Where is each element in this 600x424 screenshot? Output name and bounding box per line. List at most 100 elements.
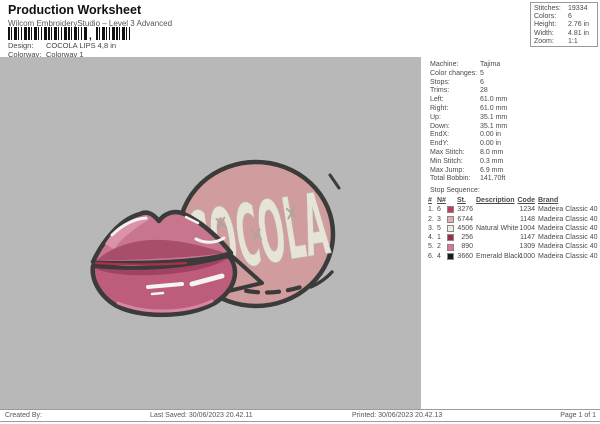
design-info-panel: Machine: Tajima Color changes: 5 Stops: … xyxy=(421,57,600,409)
stop-sequence-row: 4. 1 256 1147 Madeira Classic 40 xyxy=(421,233,600,242)
thread-brand: Madeira Classic 40 xyxy=(538,234,598,242)
worksheet-header: Production Worksheet Wilcom EmbroiderySt… xyxy=(0,0,600,59)
design-canvas[interactable]: COCOLA xyxy=(0,57,421,409)
machine-info-row: Trims: 28 xyxy=(430,87,595,96)
machine-info-value: 0.00 in xyxy=(480,131,502,139)
machine-info-label: Left: xyxy=(430,96,444,104)
stop-num: 5. xyxy=(428,243,434,251)
stitch-count: 6744 xyxy=(457,215,473,223)
thread-code: 1234 xyxy=(519,206,535,214)
machine-info-row: Machine: Tajima xyxy=(430,61,595,70)
stop-sequence-row: 2. 3 6744 1148 Madeira Classic 40 xyxy=(421,215,600,224)
machine-info-value: 0.3 mm xyxy=(480,157,504,165)
summary-row: Zoom: 1:1 xyxy=(534,38,594,46)
col-header-n: N# xyxy=(437,197,446,204)
machine-info-label: Machine: xyxy=(430,61,459,68)
machine-info-value: 5 xyxy=(480,69,484,77)
machine-info-label: Color changes: xyxy=(430,69,478,77)
machine-info-row: Max Stitch: 8.0 mm xyxy=(430,149,595,158)
design-label: Design: xyxy=(8,41,34,50)
design-value: COCOLA LIPS 4,8 in xyxy=(46,41,117,50)
thread-code: 1000 xyxy=(519,252,535,260)
thread-code: 1147 xyxy=(519,234,535,242)
machine-info-label: Max Stitch: xyxy=(430,148,465,156)
barcode-separator: , xyxy=(89,31,92,42)
stop-num: 2. xyxy=(428,215,434,223)
summary-value: 6 xyxy=(568,13,572,21)
design-barcode-icon: , xyxy=(8,27,132,42)
page-number: Page 1 of 1 xyxy=(560,412,596,419)
thread-brand: Madeira Classic 40 xyxy=(538,252,598,260)
thread-code: 1004 xyxy=(519,224,535,232)
summary-row: Height: 2.76 in xyxy=(534,21,594,29)
machine-info-row: Total Bobbin: 141.70ft xyxy=(430,175,595,184)
col-header-st: St. xyxy=(457,197,466,204)
summary-label: Zoom: xyxy=(534,37,554,45)
needle-num: 3 xyxy=(437,215,441,223)
machine-info-label: Right: xyxy=(430,104,449,112)
created-by-label: Created By: xyxy=(5,412,42,419)
machine-info-label: Up: xyxy=(430,113,441,121)
needle-num: 6 xyxy=(437,206,441,214)
stitch-count: 256 xyxy=(461,234,473,242)
thread-brand: Madeira Classic 40 xyxy=(538,215,598,223)
thread-code: 1309 xyxy=(519,243,535,251)
needle-num: 5 xyxy=(437,224,441,232)
machine-info-label: Down: xyxy=(430,122,450,130)
machine-info-label: Stops: xyxy=(430,78,450,86)
machine-info-row: Left: 61.0 mm xyxy=(430,96,595,105)
stop-sequence-rows: 1. 6 3276 1234 Madeira Classic 40 2. 3 6… xyxy=(421,205,600,261)
worksheet-footer: Created By: Last Saved: 30/06/2023 20.42… xyxy=(0,409,600,422)
machine-info-label: Max Jump: xyxy=(430,166,465,174)
stop-sequence-title: Stop Sequence: xyxy=(430,187,480,194)
barcode-segment xyxy=(95,27,132,40)
last-saved-label: Last Saved: 30/06/2023 20.42.11 xyxy=(150,412,253,419)
machine-info-row: Right: 61.0 mm xyxy=(430,105,595,114)
machine-info-value: 0.00 in xyxy=(480,140,502,148)
col-header-code: Code xyxy=(517,197,536,204)
machine-info-value: 141.70ft xyxy=(480,175,506,183)
machine-info-row: Min Stitch: 0.3 mm xyxy=(430,158,595,167)
machine-info-row: Color changes: 5 xyxy=(430,70,595,79)
machine-info-label: EndX: xyxy=(430,131,450,139)
machine-info-value: 6 xyxy=(480,78,484,86)
machine-info-row: Up: 35.1 mm xyxy=(430,114,595,123)
barcode-segment xyxy=(8,27,88,40)
stop-num: 1. xyxy=(428,206,434,214)
machine-info-label: Trims: xyxy=(430,87,450,95)
stop-num: 3. xyxy=(428,224,434,232)
machine-info-row: EndY: 0.00 in xyxy=(430,140,595,149)
stop-sequence-table: # N# St. Description Code Brand 1. 6 327… xyxy=(421,196,600,261)
summary-label: Colors: xyxy=(534,13,557,21)
summary-value: 19334 xyxy=(568,5,588,12)
thread-code: 1148 xyxy=(519,215,535,223)
machine-info-row: EndX: 0.00 in xyxy=(430,131,595,140)
summary-label: Height: xyxy=(534,21,557,29)
machine-info-label: EndY: xyxy=(430,140,449,148)
summary-label: Stitches: xyxy=(534,5,561,12)
summary-value: 4.81 in xyxy=(568,29,590,37)
needle-num: 4 xyxy=(437,252,441,260)
summary-row: Stitches: 19334 xyxy=(534,5,594,13)
col-header-brand: Brand xyxy=(538,197,559,204)
stitch-count: 890 xyxy=(461,243,473,251)
thread-brand: Madeira Classic 40 xyxy=(538,224,598,232)
machine-info-value: 8.0 mm xyxy=(480,148,504,156)
machine-info-value: 35.1 mm xyxy=(480,113,508,121)
machine-info-label: Min Stitch: xyxy=(430,157,463,165)
stitch-count: 3276 xyxy=(457,206,473,214)
summary-row: Colors: 6 xyxy=(534,13,594,21)
stitch-count: 4506 xyxy=(457,224,473,232)
machine-info-label: Total Bobbin: xyxy=(430,175,471,183)
stop-num: 4. xyxy=(428,234,434,242)
stop-sequence-header-row: # N# St. Description Code Brand xyxy=(421,196,600,205)
machine-info-list: Machine: Tajima Color changes: 5 Stops: … xyxy=(430,61,595,184)
thread-brand: Madeira Classic 40 xyxy=(538,206,598,214)
page-title: Production Worksheet xyxy=(8,3,142,17)
stop-sequence-row: 1. 6 3276 1234 Madeira Classic 40 xyxy=(421,205,600,214)
machine-info-value: 61.0 mm xyxy=(480,104,508,112)
needle-num: 2 xyxy=(437,243,441,251)
thread-brand: Madeira Classic 40 xyxy=(538,243,598,251)
machine-info-value: 28 xyxy=(480,87,488,95)
summary-label: Width: xyxy=(534,29,554,37)
